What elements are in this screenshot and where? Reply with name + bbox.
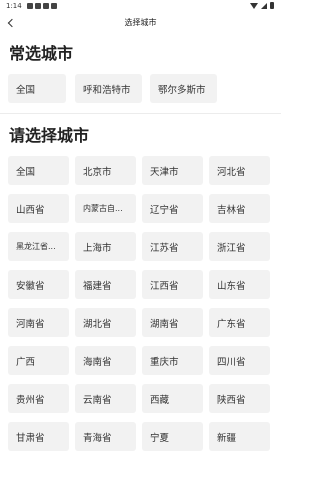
status-time: 1:14 (6, 2, 22, 10)
city-chip[interactable]: 黑龙江省... (8, 232, 69, 261)
notification-icon (27, 3, 33, 9)
city-chip[interactable]: 江西省 (142, 270, 203, 299)
city-chip[interactable]: 河北省 (209, 156, 270, 185)
city-chip[interactable]: 重庆市 (142, 346, 203, 375)
status-bar: 1:14 (0, 0, 281, 14)
city-chip[interactable]: 北京市 (75, 156, 136, 185)
city-chip[interactable]: 贵州省 (8, 384, 69, 413)
notification-icon (43, 3, 49, 9)
common-cities-title: 常选城市 (9, 44, 74, 63)
city-chip[interactable]: 天津市 (142, 156, 203, 185)
battery-icon (270, 2, 274, 9)
city-chip[interactable]: 上海市 (75, 232, 136, 261)
city-chip[interactable]: 新疆 (209, 422, 270, 451)
notification-icons (27, 3, 57, 9)
wifi-icon (250, 2, 258, 9)
city-chip[interactable]: 浙江省 (209, 232, 270, 261)
city-chip[interactable]: 福建省 (75, 270, 136, 299)
common-city-chip[interactable]: 鄂尔多斯市 (150, 74, 217, 103)
city-chip[interactable]: 湖北省 (75, 308, 136, 337)
city-chip[interactable]: 广西 (8, 346, 69, 375)
city-chip[interactable]: 广东省 (209, 308, 270, 337)
select-city-title: 请选择城市 (9, 126, 90, 145)
city-chip[interactable]: 宁夏 (142, 422, 203, 451)
city-chip[interactable]: 辽宁省 (142, 194, 203, 223)
section-divider (0, 113, 281, 114)
city-chip[interactable]: 安徽省 (8, 270, 69, 299)
app-bar: 选择城市 (0, 14, 281, 34)
city-chip[interactable]: 全国 (8, 156, 69, 185)
city-chip[interactable]: 西藏 (142, 384, 203, 413)
system-icons (250, 2, 274, 9)
city-chip[interactable]: 内蒙古自... (75, 194, 136, 223)
city-chip[interactable]: 吉林省 (209, 194, 270, 223)
city-chip[interactable]: 海南省 (75, 346, 136, 375)
city-chip[interactable]: 湖南省 (142, 308, 203, 337)
notification-icon (51, 3, 57, 9)
city-chip[interactable]: 云南省 (75, 384, 136, 413)
common-city-chip[interactable]: 全国 (8, 74, 66, 103)
notification-icon (35, 3, 41, 9)
common-city-chip[interactable]: 呼和浩特市 (75, 74, 142, 103)
city-chip[interactable]: 山西省 (8, 194, 69, 223)
city-chip[interactable]: 青海省 (75, 422, 136, 451)
city-chip[interactable]: 河南省 (8, 308, 69, 337)
city-chip[interactable]: 甘肃省 (8, 422, 69, 451)
city-chip[interactable]: 四川省 (209, 346, 270, 375)
page-title: 选择城市 (124, 18, 157, 27)
signal-icon (261, 2, 267, 9)
city-chip[interactable]: 陕西省 (209, 384, 270, 413)
city-chip[interactable]: 山东省 (209, 270, 270, 299)
city-chip[interactable]: 江苏省 (142, 232, 203, 261)
